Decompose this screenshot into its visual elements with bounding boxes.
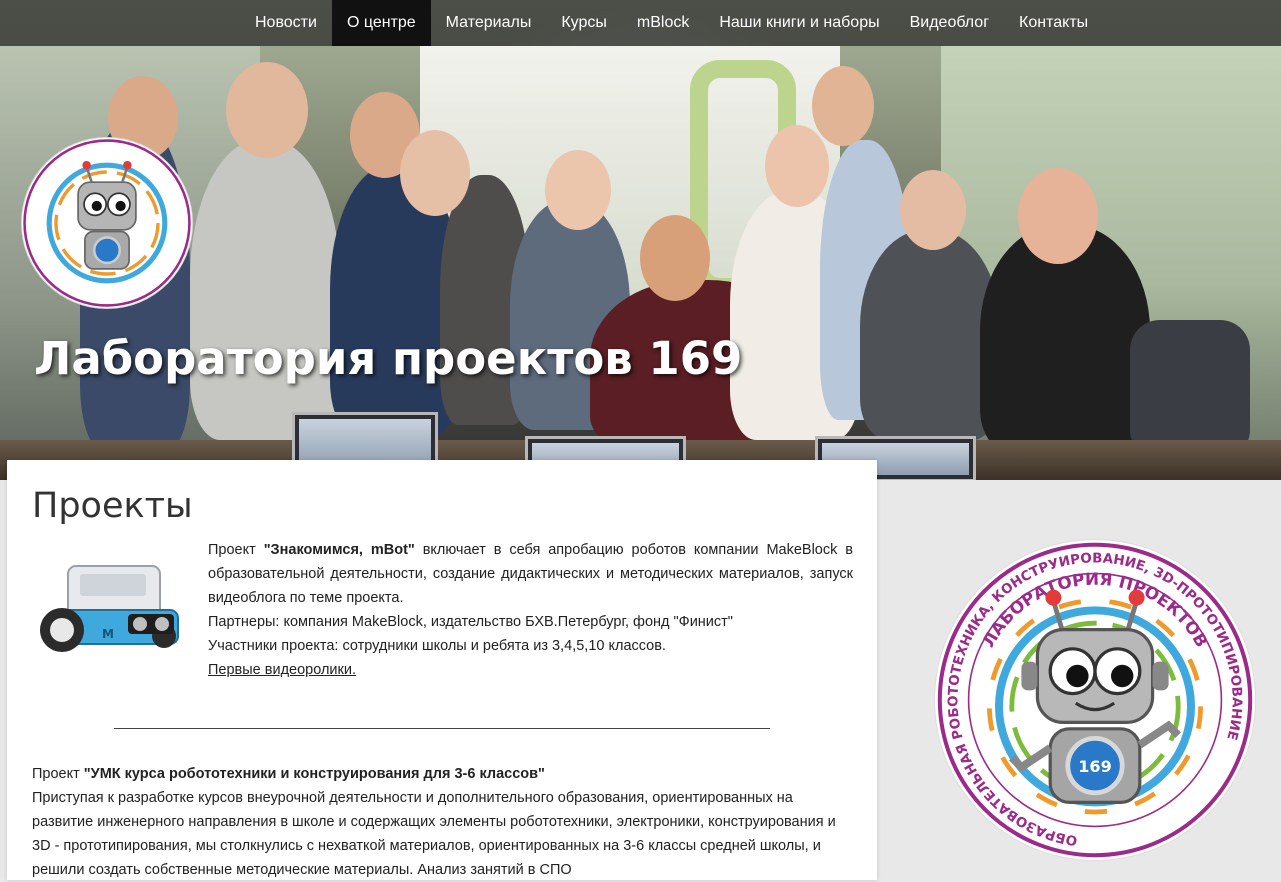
nav-item-courses[interactable]: Курсы — [546, 0, 622, 46]
hero-banner — [0, 0, 1281, 480]
site-title: Лаборатория проектов 169 — [34, 332, 743, 385]
nav-item-contacts[interactable]: Контакты — [1004, 0, 1103, 46]
nav-item-mblock[interactable]: mBlock — [622, 0, 704, 46]
svg-text:M: M — [102, 627, 114, 641]
project-umk: Проект "УМК курса робототехники и констр… — [32, 762, 842, 882]
section-title: Проекты — [32, 486, 193, 526]
mbot-robot-image: M — [32, 544, 192, 670]
project-umk-description: Приступая к разработке курсов внеурочной… — [32, 790, 836, 878]
project-mbot-participants: Участники проекта: сотрудники школы и ре… — [208, 638, 666, 654]
project-mbot: Проект "Знакомимся, mBot" включает в себ… — [208, 538, 853, 682]
logo-robot-icon: ЛАБОРАТОРИЯ ПРОЕКТОВ ОБРАЗОВАТЕЛЬНАЯ РОБ… — [937, 542, 1253, 858]
project-mbot-description: Проект "Знакомимся, mBot" включает в себ… — [208, 542, 853, 606]
nav-item-news[interactable]: Новости — [240, 0, 332, 46]
nav-item-materials[interactable]: Материалы — [431, 0, 547, 46]
first-videos-link[interactable]: Первые видеоролики. — [208, 662, 356, 678]
content-card: Проекты M Проект "Знакомимся, mBot" вклю… — [7, 460, 877, 880]
sidebar-logo[interactable]: ЛАБОРАТОРИЯ ПРОЕКТОВ ОБРАЗОВАТЕЛЬНАЯ РОБ… — [935, 540, 1255, 860]
project-umk-heading: Проект "УМК курса робототехники и констр… — [32, 766, 545, 782]
logo-robot-icon — [23, 139, 191, 307]
logo-number: 169 — [1078, 757, 1111, 776]
nav-item-books[interactable]: Наши книги и наборы — [704, 0, 894, 46]
section-divider — [114, 728, 770, 729]
project-umk-name: "УМК курса робототехники и конструирован… — [83, 766, 545, 782]
project-mbot-name: "Знакомимся, mBot" — [263, 542, 415, 558]
nav-item-videoblog[interactable]: Видеоблог — [895, 0, 1004, 46]
main-navigation: Новости О центре Материалы Курсы mBlock … — [0, 0, 1281, 46]
project-mbot-partners: Партнеры: компания MakeBlock, издательст… — [208, 614, 733, 630]
site-logo[interactable] — [22, 138, 192, 308]
nav-item-about[interactable]: О центре — [331, 0, 431, 46]
